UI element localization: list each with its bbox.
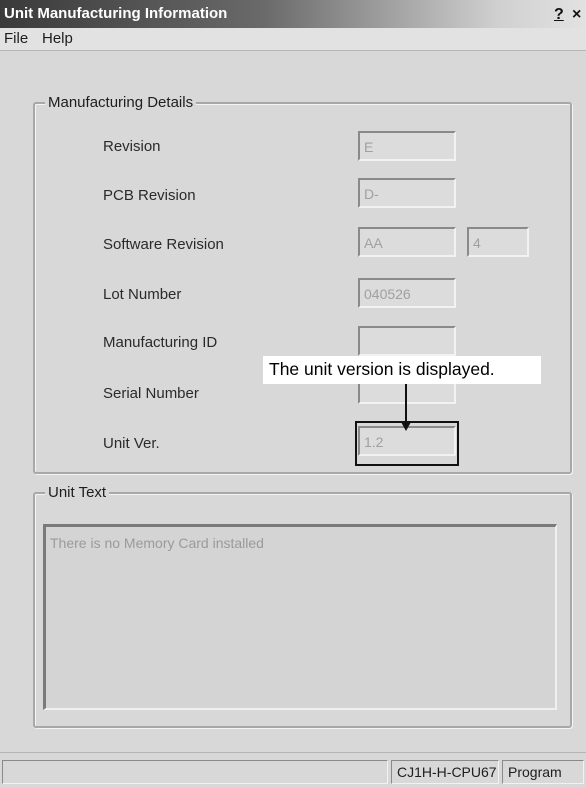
manufacturing-details-group: Manufacturing Details Revision E PCB Rev… [33,94,572,474]
unit-text-area[interactable]: There is no Memory Card installed [43,524,557,710]
menu-help[interactable]: Help [42,30,73,47]
status-mode: Program [502,760,584,784]
close-icon[interactable]: × [572,6,581,24]
manufacturing-id-field [358,326,456,356]
serial-number-label: Serial Number [103,385,199,402]
menu-file[interactable]: File [4,30,28,47]
lot-number-field: 040526 [358,278,456,308]
software-revision-field: AA [358,227,456,257]
window-title: Unit Manufacturing Information [4,5,228,22]
status-bar: CJ1H-H-CPU67 Program [0,752,586,788]
status-message [2,760,388,784]
manufacturing-details-label: Manufacturing Details [45,94,197,111]
unit-ver-label: Unit Ver. [103,435,160,452]
software-revision-extra-field: 4 [467,227,529,257]
unit-version-callout: The unit version is displayed. [263,356,541,384]
unit-text-group: Unit Text There is no Memory Card instal… [33,484,572,728]
lot-number-label: Lot Number [103,286,182,303]
software-revision-label: Software Revision [103,236,224,253]
help-icon[interactable]: ? [554,6,564,24]
menu-bar: File Help [0,28,586,51]
unit-ver-highlight [355,421,459,466]
unit-text-label: Unit Text [45,484,110,501]
pcb-revision-label: PCB Revision [103,187,196,204]
revision-field: E [358,131,456,161]
manufacturing-id-label: Manufacturing ID [103,334,218,351]
status-model: CJ1H-H-CPU67 [391,760,499,784]
title-bar: Unit Manufacturing Information ? × [0,0,586,28]
callout-arrow-line [405,384,407,424]
pcb-revision-field: D- [358,178,456,208]
revision-label: Revision [103,138,161,155]
